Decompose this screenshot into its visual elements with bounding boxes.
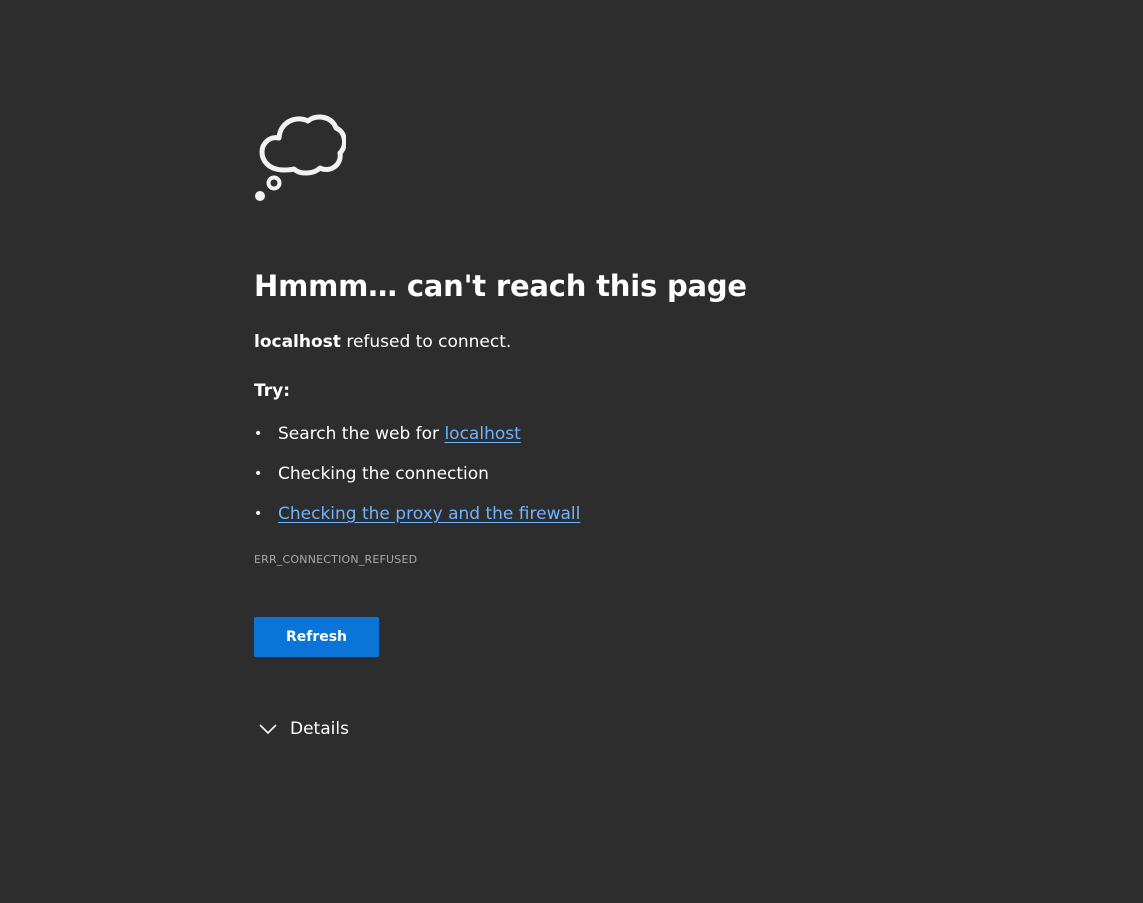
suggestion-search-text: Search the web for — [278, 424, 445, 444]
details-label: Details — [290, 719, 349, 739]
try-heading: Try: — [254, 381, 290, 401]
details-toggle[interactable]: Details — [254, 718, 874, 740]
page-title: Hmmm… can't reach this page — [254, 269, 747, 303]
error-host: localhost — [254, 332, 341, 352]
suggestion-connection-text: Checking the connection — [278, 464, 489, 484]
error-message: localhost refused to connect. — [254, 331, 874, 353]
error-content: Hmmm… can't reach this page localhost re… — [254, 110, 874, 740]
suggestion-search: • Search the web for localhost — [254, 423, 874, 445]
bullet-icon: • — [254, 426, 263, 442]
error-code: ERR_CONNECTION_REFUSED — [254, 553, 418, 566]
bullet-icon: • — [254, 506, 263, 522]
chevron-down-icon — [259, 724, 277, 735]
thought-cloud-icon — [255, 114, 346, 201]
error-message-text: refused to connect. — [340, 332, 512, 352]
search-localhost-link[interactable]: localhost — [444, 424, 520, 444]
refresh-button[interactable]: Refresh — [254, 617, 379, 657]
suggestion-list: • Search the web for localhost • Checkin… — [254, 423, 874, 525]
suggestion-proxy: • Checking the proxy and the firewall — [254, 503, 874, 525]
error-page: Hmmm… can't reach this page localhost re… — [0, 0, 1143, 903]
suggestion-connection: • Checking the connection — [254, 463, 874, 485]
bullet-icon: • — [254, 466, 263, 482]
proxy-firewall-link[interactable]: Checking the proxy and the firewall — [278, 504, 580, 524]
